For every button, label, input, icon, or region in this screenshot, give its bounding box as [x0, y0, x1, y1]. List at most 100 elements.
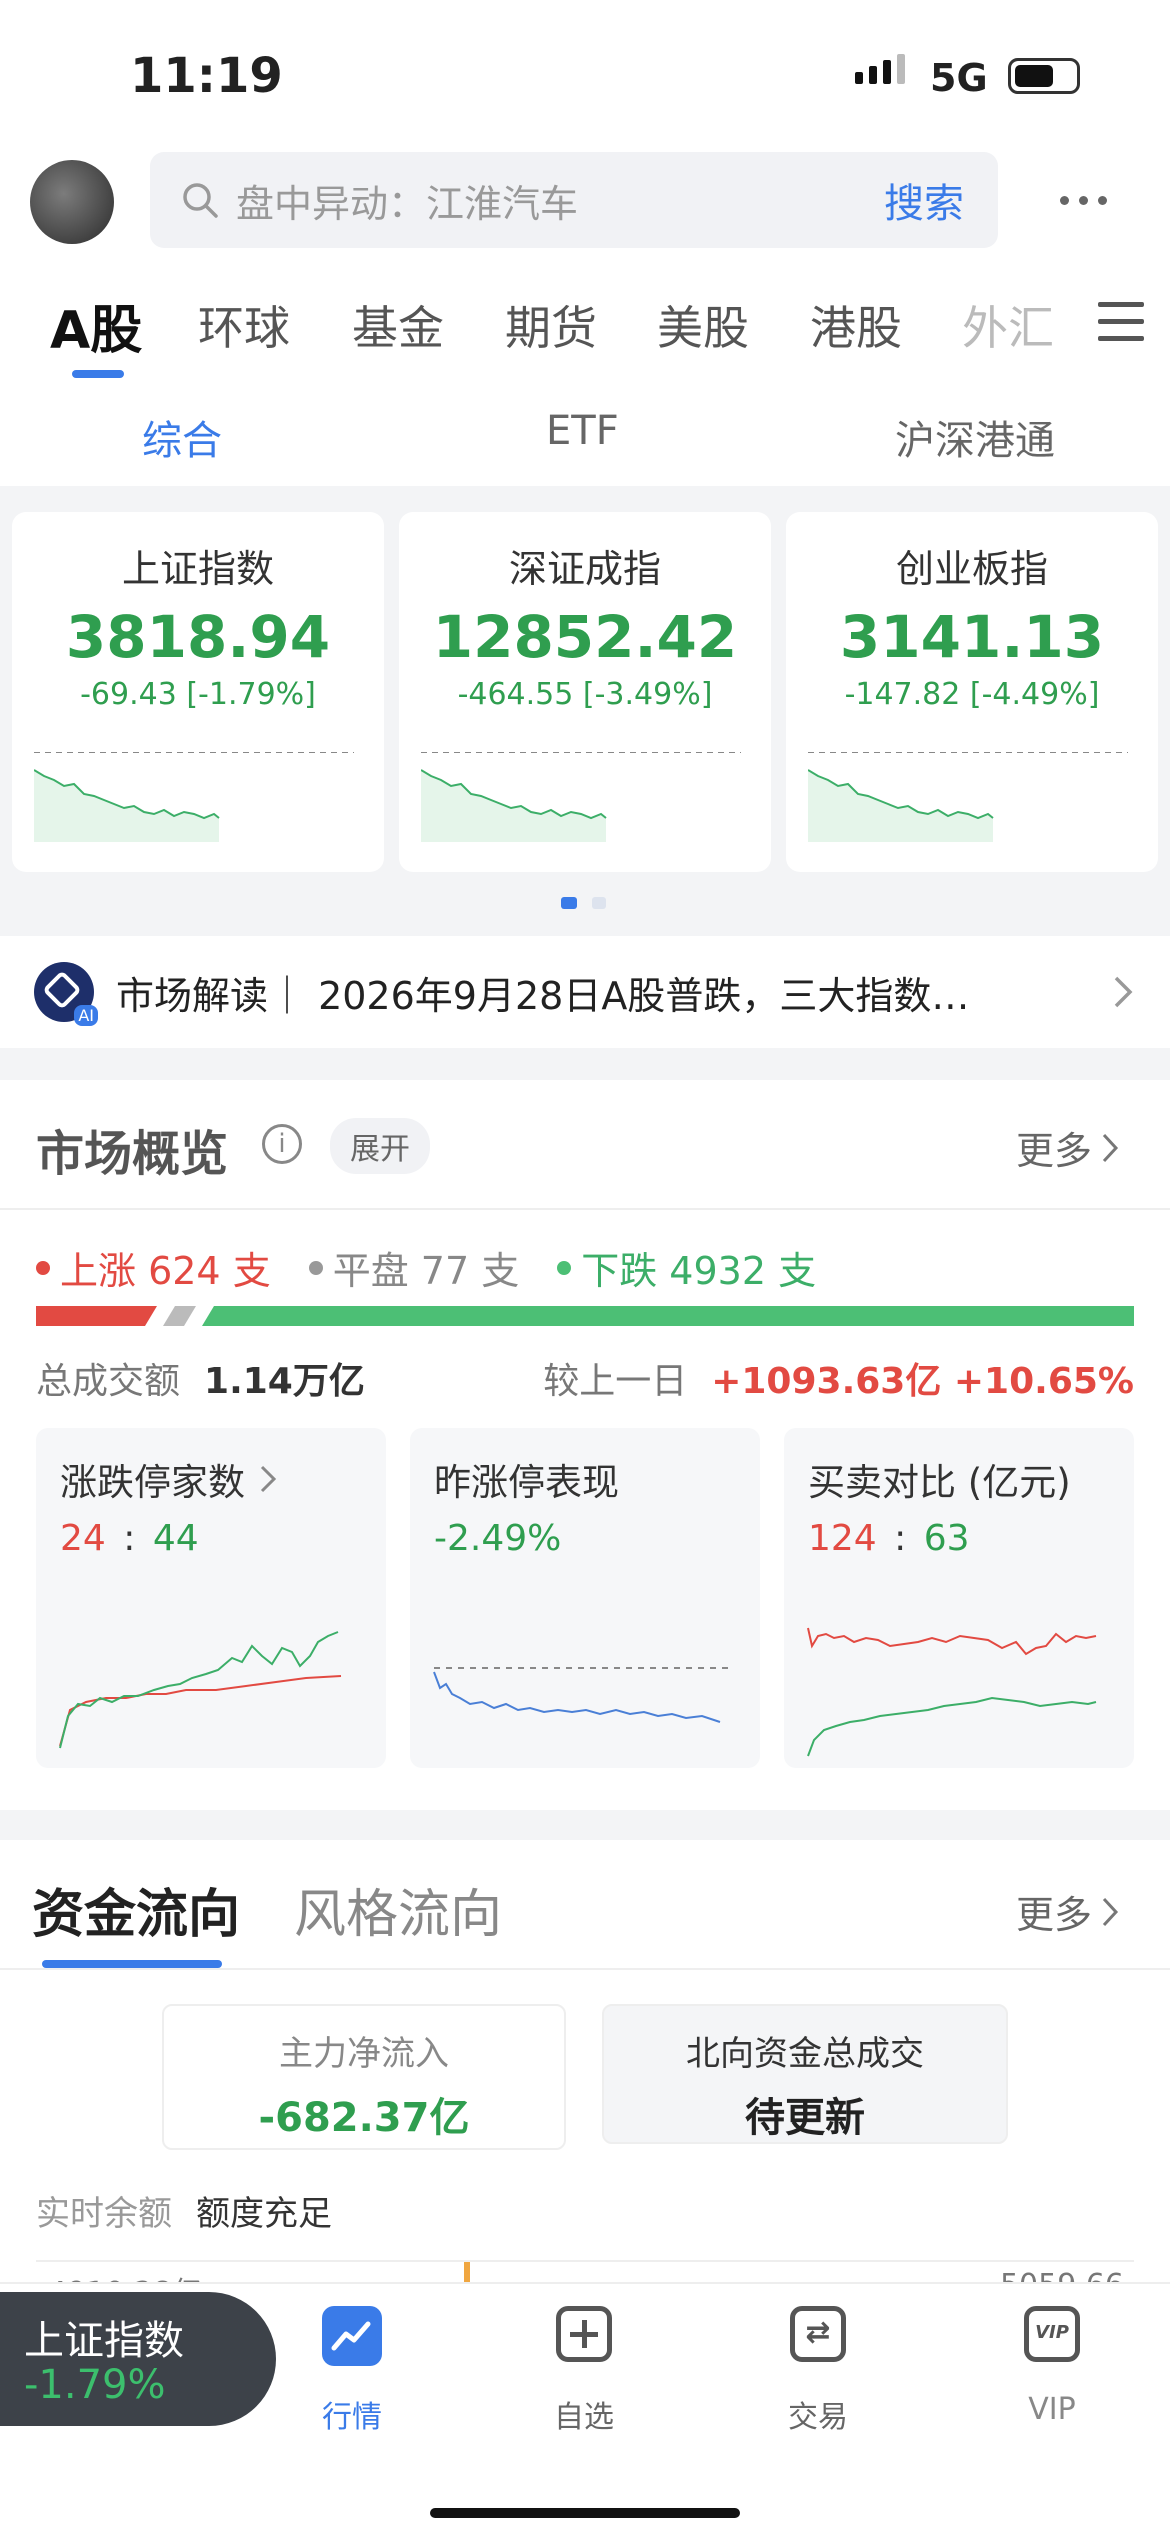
turnover-label: 总成交额 — [36, 1361, 181, 1402]
vip-icon: VIP — [1024, 2306, 1080, 2362]
pager-dot-active — [561, 897, 577, 909]
search-bar[interactable]: 盘中异动：江淮汽车 搜索 — [150, 152, 998, 248]
status-bar: 11:19 5G — [0, 0, 1170, 140]
tab-indicator — [72, 370, 124, 378]
index-change: -69.43 [-1.79%] — [80, 677, 316, 712]
index-sparkline — [34, 752, 354, 842]
index-card[interactable]: 创业板指 3141.13 -147.82 [-4.49%] — [786, 512, 1158, 872]
net-inflow-value: -682.37亿 — [258, 2095, 470, 2141]
ratio-sep: : — [123, 1518, 136, 1559]
floating-index-name: 上证指数 — [24, 2318, 184, 2364]
balance-value: 额度充足 — [196, 2194, 332, 2234]
exchange-icon: ⇄ — [790, 2306, 846, 2362]
market-read-banner[interactable]: AI 市场解读｜ 2026年9月28日A股普跌，三大指数… — [0, 936, 1170, 1048]
index-value: 3818.94 — [65, 603, 331, 671]
tab-futures[interactable]: 期货 — [505, 292, 597, 358]
subtab-etf[interactable]: ETF — [546, 408, 619, 454]
nav-trade[interactable]: 交易 — [782, 2392, 854, 2436]
yesterday-limit-title: 昨涨停表现 — [434, 1461, 619, 1504]
signal-icon — [855, 54, 905, 84]
nav-watchlist[interactable]: 自选 — [548, 2392, 620, 2436]
tab-hk-stock[interactable]: 港股 — [810, 292, 902, 358]
index-name: 深证成指 — [508, 547, 661, 591]
battery-icon — [1008, 58, 1080, 94]
tab-global[interactable]: 环球 — [198, 292, 290, 358]
balance-row: 实时余额 额度充足 — [36, 2186, 332, 2235]
floating-index-pill[interactable]: 上证指数 -1.79% — [0, 2292, 276, 2426]
northbound-value: 待更新 — [745, 2095, 865, 2141]
nav-market[interactable]: 行情 — [322, 2392, 382, 2436]
limit-count-chart — [59, 1631, 342, 1749]
index-name: 创业板指 — [895, 547, 1048, 591]
index-change: -147.82 [-4.49%] — [844, 677, 1100, 712]
search-button[interactable]: 搜索 — [884, 171, 964, 229]
compare-value: +1093.63亿 +10.65% — [711, 1361, 1134, 1402]
net-inflow-card[interactable]: 主力净流入 -682.37亿 — [162, 2004, 566, 2150]
avatar[interactable] — [30, 160, 114, 244]
index-value: 12852.42 — [432, 603, 738, 671]
northbound-label: 北向资金总成交 — [686, 2034, 924, 2074]
search-row: 盘中异动：江淮汽车 搜索 — [0, 140, 1170, 260]
net-inflow-label: 主力净流入 — [279, 2034, 449, 2074]
ratio-sep: : — [894, 1518, 907, 1559]
market-overview: 市场概览 i 展开 更多 上涨 624 支 平盘 77 支 下跌 4932 支 … — [0, 1080, 1170, 1810]
overview-title: 市场概览 — [36, 1126, 229, 1182]
buy-value: 124 — [808, 1518, 877, 1559]
subtab-overview[interactable]: 综合 — [142, 408, 222, 466]
info-icon[interactable]: i — [262, 1124, 302, 1164]
flow-more-link[interactable]: 更多 — [1016, 1884, 1120, 1939]
adbar-up — [36, 1306, 157, 1326]
ai-icon: AI — [34, 962, 98, 1026]
yesterday-limit-card[interactable]: 昨涨停表现 -2.49% — [410, 1428, 760, 1768]
floating-index-change: -1.79% — [24, 2362, 166, 2408]
subtab-connect[interactable]: 沪深港通 — [895, 408, 1055, 466]
index-sparkline — [421, 752, 741, 842]
index-value: 3141.13 — [839, 603, 1105, 671]
limit-down-count: 44 — [152, 1518, 199, 1559]
market-icon — [322, 2306, 382, 2366]
overview-more-link[interactable]: 更多 — [1016, 1120, 1120, 1175]
search-placeholder: 盘中异动：江淮汽车 — [236, 181, 579, 226]
index-change: -464.55 [-3.49%] — [457, 677, 713, 712]
sell-value: 63 — [923, 1518, 970, 1559]
compare-label: 较上一日 — [543, 1361, 688, 1402]
flat-count: 平盘 77 支 — [332, 1249, 520, 1293]
turnover-row: 总成交额 1.14万亿 — [36, 1352, 365, 1404]
sub-tabs: 综合 ETF 沪深港通 — [0, 382, 1170, 486]
index-sparkline — [808, 752, 1128, 842]
chevron-right-icon — [1114, 976, 1133, 1008]
tab-a-share[interactable]: A股 — [50, 288, 142, 363]
index-card[interactable]: 上证指数 3818.94 -69.43 [-1.79%] — [12, 512, 384, 872]
tab-fund-flow[interactable]: 资金流向 — [32, 1872, 240, 1947]
balance-label: 实时余额 — [36, 2194, 172, 2234]
menu-icon[interactable] — [1098, 302, 1144, 341]
buy-sell-title: 买卖对比 (亿元) — [808, 1461, 1071, 1504]
index-name: 上证指数 — [121, 547, 274, 591]
tab-style-flow[interactable]: 风格流向 — [294, 1872, 502, 1947]
expand-button[interactable]: 展开 — [330, 1118, 430, 1174]
yesterday-limit-chart — [433, 1667, 730, 1723]
home-indicator — [430, 2508, 740, 2518]
buy-sell-card[interactable]: 买卖对比 (亿元) 124 : 63 — [784, 1428, 1134, 1768]
limit-count-values: 24 : 44 — [60, 1518, 199, 1559]
adbar-flat — [163, 1306, 196, 1326]
chevron-right-icon — [1102, 1133, 1119, 1162]
limit-count-title: 涨跌停家数 — [60, 1461, 245, 1504]
northbound-card[interactable]: 北向资金总成交 待更新 — [602, 2004, 1008, 2144]
divider — [0, 1968, 1170, 1970]
nav-vip[interactable]: VIP — [1016, 2392, 1088, 2427]
tab-us-stock[interactable]: 美股 — [657, 292, 749, 358]
chevron-right-icon — [1102, 1897, 1119, 1926]
limit-count-title-row: 涨跌停家数 — [60, 1452, 277, 1506]
limit-up-count: 24 — [60, 1518, 106, 1559]
flow-more-label: 更多 — [1016, 1893, 1093, 1937]
compare-row: 较上一日 +1093.63亿 +10.65% — [543, 1352, 1134, 1404]
index-card[interactable]: 深证成指 12852.42 -464.55 [-3.49%] — [399, 512, 771, 872]
turnover-value: 1.14万亿 — [204, 1361, 365, 1402]
limit-count-card[interactable]: 涨跌停家数 24 : 44 — [36, 1428, 386, 1768]
tab-forex[interactable]: 外汇 — [962, 292, 1054, 358]
more-dots-icon[interactable] — [1060, 196, 1107, 205]
buy-sell-chart — [807, 1627, 1097, 1757]
yesterday-limit-value: -2.49% — [434, 1518, 562, 1559]
tab-fund[interactable]: 基金 — [352, 292, 444, 358]
